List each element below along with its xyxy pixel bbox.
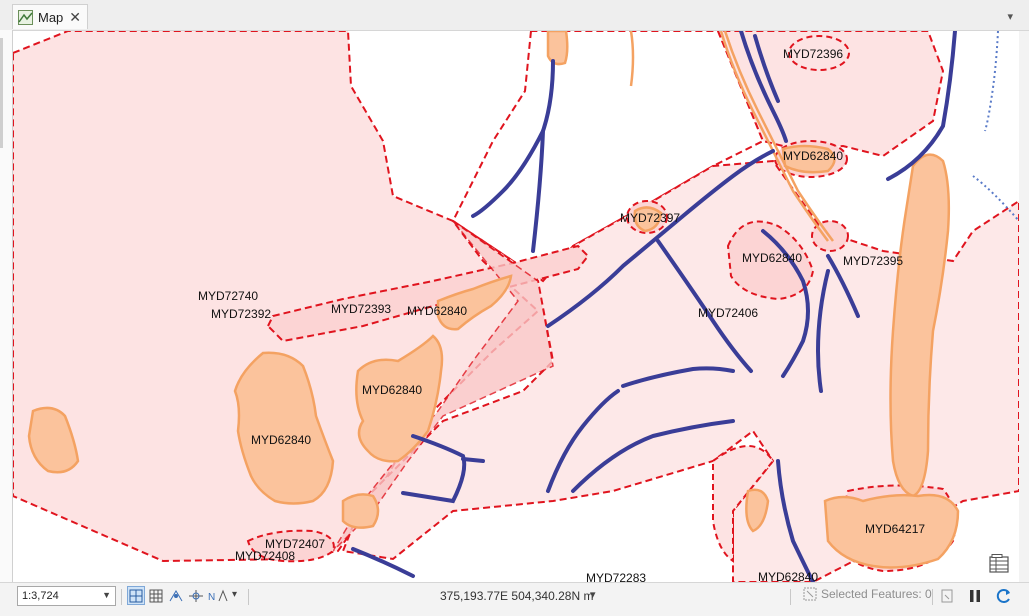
map-view-tabbar: Map ✕ ▾	[0, 0, 1029, 31]
chevron-down-icon[interactable]: ▾	[232, 589, 237, 600]
vegetation-patch-south	[341, 493, 380, 529]
snapping-icon	[129, 589, 143, 602]
selected-features: Selected Features: 0	[803, 587, 932, 601]
map-label[interactable]: MYD72740	[198, 289, 258, 303]
dock-grip[interactable]	[0, 38, 3, 148]
divider	[121, 589, 122, 605]
map-label[interactable]: MYD72393	[331, 302, 391, 316]
chevron-down-icon[interactable]: ▼	[102, 590, 111, 600]
map-label[interactable]: MYD72408	[235, 549, 295, 563]
refresh-icon	[996, 588, 1010, 603]
map-label[interactable]: MYD62840	[407, 304, 467, 318]
map-canvas[interactable]: MYD72396 MYD62840 MYD72397 MYD62840 MYD7…	[13, 31, 1019, 582]
tab-map[interactable]: Map ✕	[12, 4, 88, 29]
correction-icon	[189, 589, 203, 602]
map-label[interactable]: MYD72397	[620, 211, 680, 225]
map-label[interactable]: MYD62840	[251, 433, 311, 447]
chevron-down-icon[interactable]: ▾	[590, 588, 596, 601]
map-label[interactable]: MYD72395	[843, 254, 903, 268]
map-label[interactable]: MYD62840	[362, 383, 422, 397]
north-arrow-toggle[interactable]: N	[207, 586, 229, 605]
svg-text:N: N	[208, 592, 215, 603]
grid-toggle[interactable]	[147, 586, 165, 605]
snapping-toggle[interactable]	[127, 586, 145, 605]
left-dock-edge	[0, 30, 13, 582]
divider	[932, 589, 933, 605]
selected-features-label: Selected Features: 0	[821, 587, 932, 601]
constraints-toggle[interactable]	[167, 586, 185, 605]
map-icon	[18, 9, 33, 25]
refresh-button[interactable]	[995, 586, 1013, 605]
constraints-icon	[169, 589, 183, 601]
clear-selection-icon	[941, 589, 953, 602]
tab-map-title: Map	[38, 9, 64, 25]
map-svg[interactable]: MYD72396 MYD62840 MYD72397 MYD62840 MYD7…	[13, 31, 1019, 582]
dotted-line-2	[972, 175, 1019, 222]
clear-selection-button[interactable]	[938, 586, 956, 605]
divider	[248, 589, 249, 605]
map-label[interactable]: MYD72392	[211, 307, 271, 321]
pause-drawing-button[interactable]	[966, 586, 984, 605]
map-label[interactable]: MYD72396	[783, 47, 843, 61]
scale-value: 1:3,724	[22, 590, 59, 602]
scale-selector[interactable]: 1:3,724 ▼	[17, 586, 116, 606]
map-label[interactable]: MYD72283	[586, 571, 646, 582]
north-arrow-icon: N	[208, 589, 228, 603]
selection-icon	[803, 587, 817, 601]
close-icon[interactable]: ✕	[69, 9, 81, 26]
vegetation-patch-north	[546, 31, 569, 66]
status-bar: 1:3,724 ▼ N ▾ 375,193.77E 504,340.28N m …	[0, 582, 1029, 616]
right-dock-edge	[1019, 31, 1029, 582]
dotted-line-1	[984, 31, 999, 132]
map-label[interactable]: MYD62840	[742, 251, 802, 265]
map-label[interactable]: MYD62840	[783, 149, 843, 163]
chevron-down-icon[interactable]: ▾	[1007, 10, 1013, 23]
divider	[790, 589, 791, 605]
correction-toggle[interactable]	[187, 586, 205, 605]
map-label[interactable]: MYD64217	[865, 522, 925, 536]
coordinate-readout: 375,193.77E 504,340.28N m	[440, 589, 594, 603]
grid-icon	[149, 589, 163, 602]
map-label[interactable]: MYD72406	[698, 306, 758, 320]
river-line-15	[461, 457, 485, 463]
dotted-lines	[972, 31, 1019, 222]
pause-icon	[970, 589, 980, 602]
attribute-table-icon[interactable]	[988, 553, 1012, 575]
map-label[interactable]: MYD62840	[758, 570, 818, 582]
